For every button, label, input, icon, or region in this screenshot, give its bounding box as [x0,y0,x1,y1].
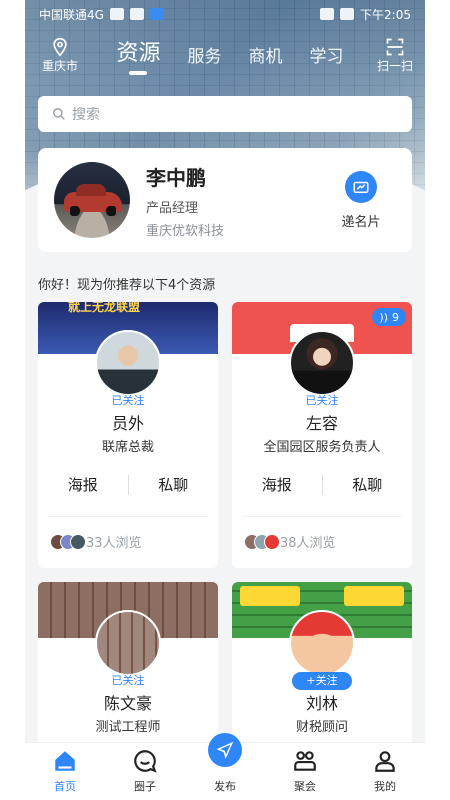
resource-avatar[interactable] [289,330,355,396]
resource-title: 全国园区服务负责人 [263,440,381,455]
avatar[interactable] [54,162,130,238]
profile-name: 李中鹏 [146,165,206,190]
poster-button[interactable]: 海报 [232,474,322,495]
follow-button[interactable]: +关注 [292,672,352,690]
profile-role: 产品经理 [146,200,199,216]
profile-card[interactable]: 李中鹏 产品经理 重庆优软科技 递名片 [38,148,412,252]
resource-card[interactable]: 就上无龙联盟 已关注 员外 联席总裁 海报 私聊 33人浏览 [38,302,218,568]
send-icon [216,741,234,759]
publish-button[interactable] [208,733,242,767]
search-icon [53,108,65,120]
resource-name: 员外 [111,414,144,433]
group-icon [294,751,316,771]
profile-company: 重庆优软科技 [146,223,225,239]
battery-icon [340,8,355,20]
resource-title: 财税顾问 [295,720,348,735]
tab-opportunities[interactable]: 商机 [248,42,282,75]
tab-home[interactable]: 首页 [25,743,105,800]
send-card-button[interactable]: 递名片 [326,170,396,230]
app-root: 中国联通4G 下午2:05 重庆市 资源 服务 商机 学习 扫一扫 搜索 李中鹏… [25,0,425,800]
category-tabs: 资源 服务 商机 学习 [95,35,365,75]
private-chat-button[interactable]: 私聊 [129,474,219,495]
signal-icon [109,8,124,20]
status-bar: 中国联通4G 下午2:05 [25,0,425,28]
resource-card[interactable]: +关注 刘林 财税顾问 [232,582,412,752]
follow-status[interactable]: 已关注 [38,672,218,688]
resource-title: 测试工程师 [95,720,161,735]
tab-gathering[interactable]: 聚会 [265,743,345,800]
scan-button[interactable]: 扫一扫 [365,37,425,74]
user-icon [375,751,395,772]
location-selector[interactable]: 重庆市 [25,37,95,74]
tab-circle[interactable]: 圈子 [105,743,185,800]
resource-card[interactable]: )) 9 已关注 左容 全国园区服务负责人 海报 私聊 38人浏览 [232,302,412,568]
location-pin-icon [53,37,67,57]
business-card-icon [353,181,369,193]
view-count-label: 33人浏览 [86,536,142,551]
resource-title: 联席总裁 [101,440,154,455]
tab-learning[interactable]: 学习 [309,42,343,75]
banner-text: 就上无龙联盟 [68,302,141,314]
tab-publish[interactable]: 发布 [185,733,265,800]
poster-button[interactable]: 海报 [38,474,128,495]
status-time: 下午2:05 [360,7,411,22]
tab-services[interactable]: 服务 [187,42,221,75]
send-card-label: 递名片 [341,214,381,230]
search-placeholder: 搜索 [72,107,100,123]
recommend-text: 你好！现为你推荐以下4个资源 [38,278,216,293]
view-count: 33人浏览 [50,532,142,551]
home-icon [55,751,75,771]
follow-status[interactable]: 已关注 [38,392,218,408]
top-nav: 重庆市 资源 服务 商机 学习 扫一扫 [25,30,425,80]
resource-avatar[interactable] [289,610,355,676]
tab-resources[interactable]: 资源 [116,35,161,75]
chat-bubble-icon [134,750,157,773]
bottom-tab-bar: 首页 圈子 发布 聚会 我的 [25,733,425,800]
follow-status[interactable]: 已关注 [232,392,412,408]
voice-badge[interactable]: )) 9 [372,308,406,326]
location-label: 重庆市 [41,58,78,73]
alarm-icon [320,8,335,20]
card-actions: 海报 私聊 [38,474,218,495]
card-actions: 海报 私聊 [232,474,412,495]
resource-avatar[interactable] [95,330,161,396]
private-chat-button[interactable]: 私聊 [323,474,413,495]
wifi-icon [129,8,144,20]
search-input[interactable]: 搜索 [38,96,412,132]
resource-card[interactable]: 已关注 陈文豪 测试工程师 [38,582,218,752]
view-count: 38人浏览 [244,532,336,551]
viewer-avatars [50,533,86,550]
resource-name: 陈文豪 [103,694,152,713]
resource-name: 刘林 [305,694,338,713]
scan-label: 扫一扫 [376,58,413,73]
tab-mine[interactable]: 我的 [345,743,425,800]
app-notification-icon [149,8,164,20]
carrier-label: 中国联通4G [39,7,104,22]
sound-icon: )) [379,310,388,324]
view-count-label: 38人浏览 [280,536,336,551]
resource-name: 左容 [305,414,338,433]
viewer-avatars [244,533,280,550]
scan-icon [386,38,404,55]
resource-avatar[interactable] [95,610,161,676]
